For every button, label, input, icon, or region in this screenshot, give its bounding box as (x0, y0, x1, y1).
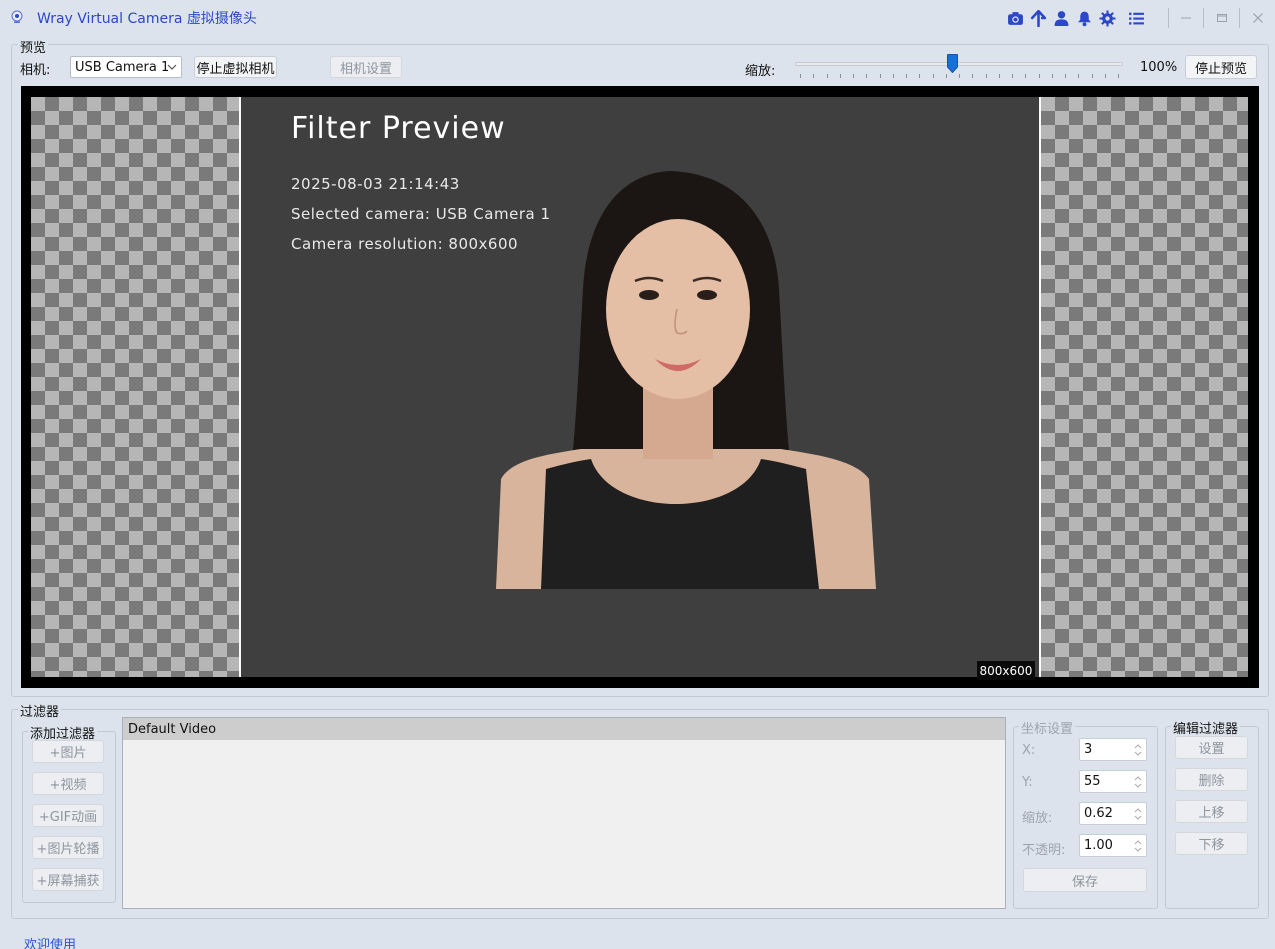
upload-arrow-icon[interactable] (1027, 7, 1050, 29)
slider-tick (1078, 74, 1079, 78)
title-separator (1168, 8, 1169, 28)
slider-tick (999, 74, 1000, 78)
stop-preview-button[interactable]: 停止预览 (1185, 55, 1257, 79)
app-webcam-icon (9, 9, 25, 25)
slider-tick (986, 74, 987, 78)
stop-virtual-camera-button[interactable]: 停止虚拟相机 (194, 56, 277, 78)
filters-group-title: 过滤器 (18, 701, 62, 720)
add-gif-button[interactable]: +GIF动画 (32, 804, 104, 827)
title-toolbar (1004, 7, 1148, 29)
slider-tick (933, 74, 934, 78)
title-separator (1203, 8, 1204, 28)
bell-icon[interactable] (1073, 7, 1096, 29)
opacity-spinbox[interactable]: 1.00 (1079, 834, 1147, 857)
x-value: 3 (1084, 742, 1093, 757)
overlay-resolution: Camera resolution: 800x600 (291, 235, 519, 253)
slider-tick (1052, 74, 1053, 78)
camera-icon[interactable] (1004, 7, 1027, 29)
save-button[interactable]: 保存 (1023, 868, 1147, 892)
slider-tick (893, 74, 894, 78)
scale-label: 缩放: (1022, 811, 1053, 826)
zoom-slider-handle[interactable] (947, 54, 958, 73)
minimize-icon[interactable] (1171, 4, 1201, 32)
slider-tick (813, 74, 814, 78)
x-spinbox[interactable]: 3 (1079, 738, 1147, 761)
add-video-button[interactable]: +视频 (32, 772, 104, 795)
slider-tick (1039, 74, 1040, 78)
camera-select[interactable]: USB Camera 1 (70, 56, 182, 78)
slider-tick (840, 74, 841, 78)
scale-spinbox[interactable]: 0.62 (1079, 802, 1147, 825)
slider-tick (1012, 74, 1013, 78)
slider-tick (919, 74, 920, 78)
camera-canvas: Filter Preview 2025-08-03 21:14:43 Selec… (241, 97, 1039, 677)
scale-value: 0.62 (1084, 806, 1113, 821)
list-icon[interactable] (1125, 7, 1148, 29)
transparent-area-left (31, 97, 239, 677)
slider-tick (880, 74, 881, 78)
y-value: 55 (1084, 774, 1101, 789)
transparent-area-right (1041, 97, 1248, 677)
slider-tick (1092, 74, 1093, 78)
canvas-border-right (1039, 97, 1041, 677)
edit-filter-group-title: 编辑过滤器 (1171, 718, 1241, 737)
status-text: 欢迎使用 (24, 938, 77, 949)
slider-tick (866, 74, 867, 78)
filter-move-down-button[interactable]: 下移 (1175, 832, 1248, 855)
filter-list[interactable]: Default Video (122, 717, 1006, 909)
slider-tick (1025, 74, 1026, 78)
slider-tick (1118, 74, 1119, 78)
add-screen-capture-button[interactable]: +屏幕捕获 (32, 868, 104, 891)
spin-arrows-icon[interactable] (1132, 837, 1144, 855)
slider-tick (1105, 74, 1106, 78)
y-spinbox[interactable]: 55 (1079, 770, 1147, 793)
opacity-label: 不透明: (1022, 843, 1066, 858)
spin-arrows-icon[interactable] (1132, 805, 1144, 823)
opacity-value: 1.00 (1084, 838, 1113, 853)
preview-group-title: 预览 (18, 37, 49, 56)
gear-icon[interactable] (1096, 7, 1119, 29)
slider-tick (946, 74, 947, 78)
coords-group-title: 坐标设置 (1019, 718, 1076, 737)
slider-tick (1065, 74, 1066, 78)
spin-arrows-icon[interactable] (1132, 773, 1144, 791)
zoom-label: 缩放: (745, 64, 776, 79)
slider-tick (959, 74, 960, 78)
filter-delete-button[interactable]: 删除 (1175, 768, 1248, 791)
spin-arrows-icon[interactable] (1132, 741, 1144, 759)
camera-label: 相机: (20, 63, 51, 78)
slider-tick (972, 74, 973, 78)
slider-tick (800, 74, 801, 78)
user-icon[interactable] (1050, 7, 1073, 29)
maximize-icon[interactable] (1207, 4, 1237, 32)
chevron-down-icon (167, 64, 177, 70)
window-title: Wray Virtual Camera 虚拟摄像头 (37, 11, 257, 27)
add-slideshow-button[interactable]: +图片轮播 (32, 836, 104, 859)
overlay-title: Filter Preview (291, 111, 506, 146)
y-label: Y: (1022, 775, 1033, 790)
x-label: X: (1022, 743, 1036, 758)
zoom-slider-track[interactable] (795, 62, 1123, 66)
slider-tick (853, 74, 854, 78)
title-separator (1239, 8, 1240, 28)
slider-tick (906, 74, 907, 78)
person-video-feed (496, 171, 876, 589)
filter-move-up-button[interactable]: 上移 (1175, 800, 1248, 823)
resolution-badge: 800x600 (977, 661, 1035, 680)
camera-select-value: USB Camera 1 (75, 59, 170, 75)
list-item[interactable]: Default Video (123, 718, 1005, 740)
zoom-value: 100% (1140, 60, 1178, 75)
camera-settings-button[interactable]: 相机设置 (330, 56, 402, 78)
filter-settings-button[interactable]: 设置 (1175, 736, 1248, 759)
close-icon[interactable] (1243, 4, 1273, 32)
add-image-button[interactable]: +图片 (32, 740, 104, 763)
slider-tick (827, 74, 828, 78)
title-bar: Wray Virtual Camera 虚拟摄像头 (0, 0, 1275, 36)
overlay-datetime: 2025-08-03 21:14:43 (291, 175, 460, 193)
